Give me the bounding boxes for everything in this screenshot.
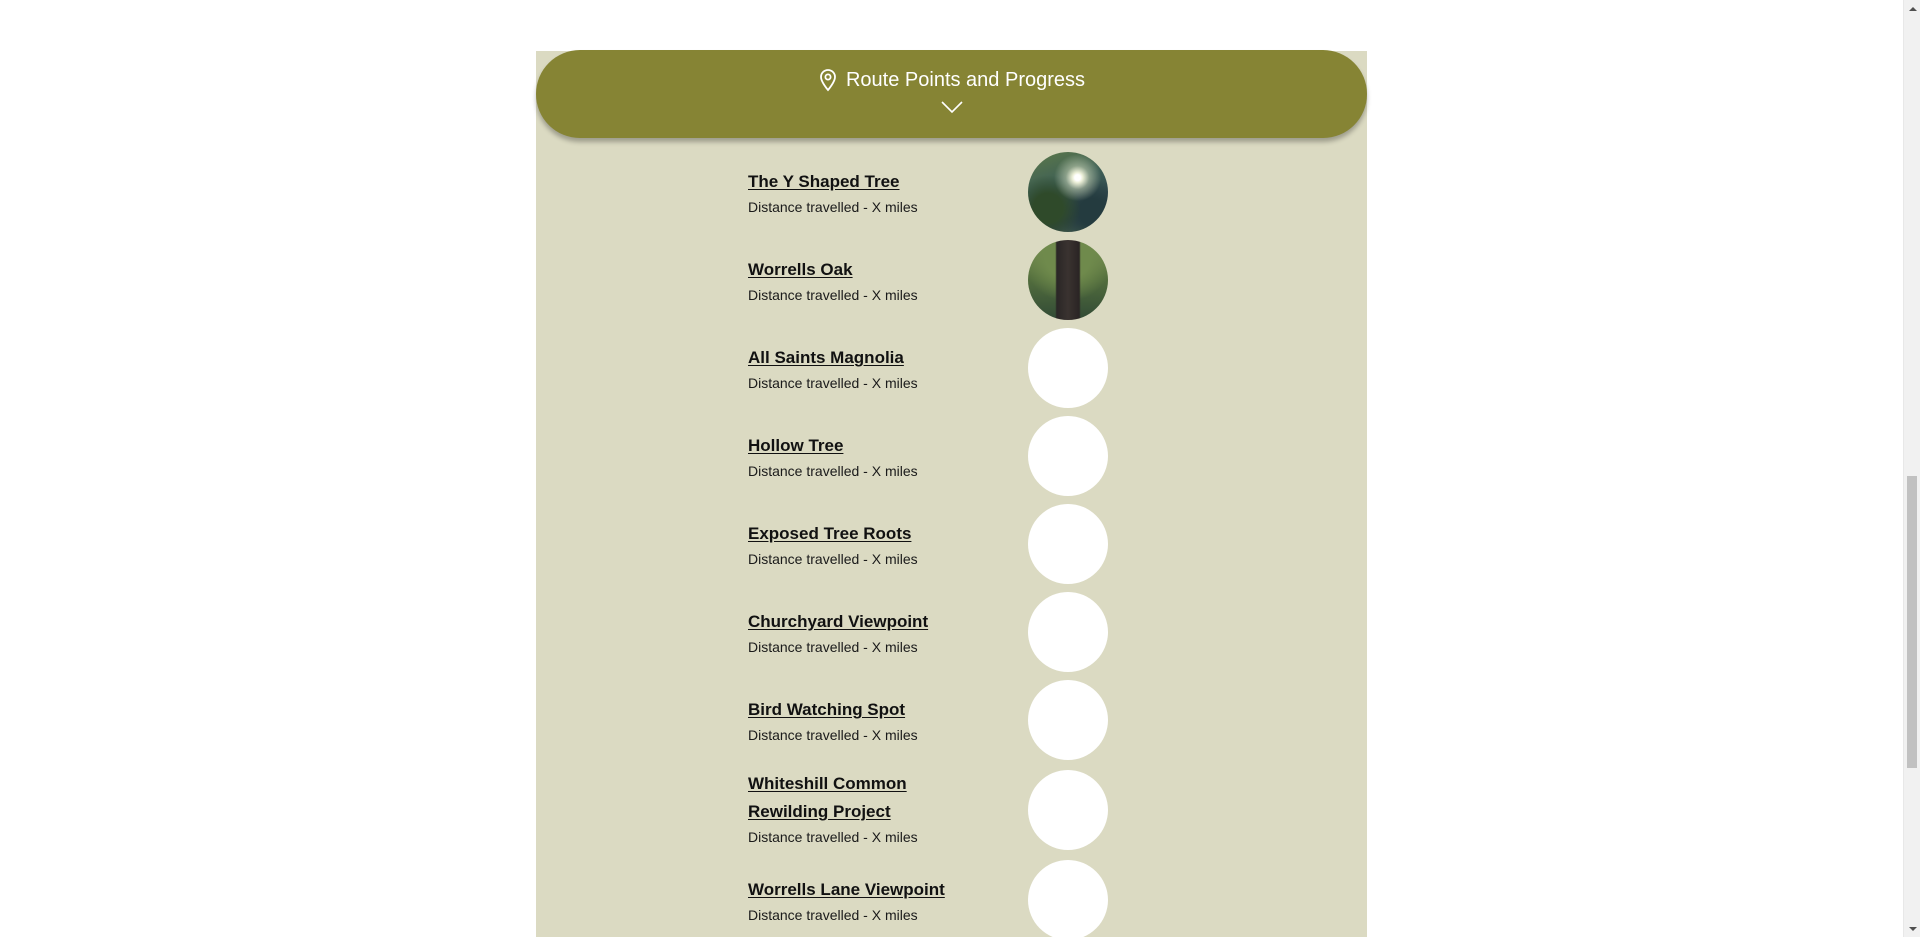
route-point-link[interactable]: Exposed Tree Roots [748,520,988,548]
route-point-distance: Distance travelled - X miles [748,639,918,655]
route-point-link[interactable]: All Saints Magnolia [748,344,988,372]
route-point-item: Churchyard Viewpoint Distance travelled … [748,592,1110,672]
route-point-distance: Distance travelled - X miles [748,829,918,845]
route-point-distance: Distance travelled - X miles [748,375,918,391]
vertical-scrollbar[interactable] [1903,0,1920,937]
route-point-link[interactable]: Worrells Oak [748,256,988,284]
route-point-distance: Distance travelled - X miles [748,727,918,743]
route-point-text: The Y Shaped Tree Distance travelled - X… [748,168,988,217]
route-point-text: Whiteshill Common Rewilding Project Dist… [748,770,948,847]
route-point-text: All Saints Magnolia Distance travelled -… [748,344,988,393]
route-points-header[interactable]: Route Points and Progress [536,50,1367,138]
route-point-item: Worrells Lane Viewpoint Distance travell… [748,860,1110,937]
route-point-thumbnail[interactable] [1028,770,1108,850]
route-point-item: Bird Watching Spot Distance travelled - … [748,680,1110,760]
scrollbar-thumb[interactable] [1907,476,1917,768]
route-point-item: Exposed Tree Roots Distance travelled - … [748,504,1110,584]
route-point-distance: Distance travelled - X miles [748,287,918,303]
header-title-row: Route Points and Progress [536,65,1367,95]
route-point-link[interactable]: Worrells Lane Viewpoint [748,876,988,904]
route-point-link[interactable]: Bird Watching Spot [748,696,988,724]
route-point-link[interactable]: Churchyard Viewpoint [748,608,988,636]
route-point-item: Worrells Oak Distance travelled - X mile… [748,240,1110,320]
route-point-thumbnail[interactable] [1028,416,1108,496]
chevron-down-icon[interactable] [940,100,964,114]
route-point-thumbnail[interactable] [1028,328,1108,408]
route-point-text: Hollow Tree Distance travelled - X miles [748,432,988,481]
route-point-thumbnail[interactable] [1028,680,1108,760]
route-point-distance: Distance travelled - X miles [748,551,918,567]
route-point-link[interactable]: The Y Shaped Tree [748,168,988,196]
route-point-thumbnail[interactable] [1028,152,1108,232]
route-point-item: All Saints Magnolia Distance travelled -… [748,328,1110,408]
route-point-thumbnail[interactable] [1028,860,1108,937]
route-point-item: Whiteshill Common Rewilding Project Dist… [748,770,1110,850]
scroll-up-arrow-icon[interactable] [1904,0,1920,17]
route-point-thumbnail[interactable] [1028,240,1108,320]
route-point-distance: Distance travelled - X miles [748,463,918,479]
route-point-item: Hollow Tree Distance travelled - X miles [748,416,1110,496]
route-point-link[interactable]: Hollow Tree [748,432,988,460]
route-point-text: Worrells Oak Distance travelled - X mile… [748,256,988,305]
route-point-item: The Y Shaped Tree Distance travelled - X… [748,152,1110,232]
route-point-text: Churchyard Viewpoint Distance travelled … [748,608,988,657]
header-title: Route Points and Progress [845,69,1086,91]
route-point-text: Bird Watching Spot Distance travelled - … [748,696,988,745]
route-point-link[interactable]: Whiteshill Common Rewilding Project [748,770,948,826]
route-point-thumbnail[interactable] [1028,592,1108,672]
route-point-distance: Distance travelled - X miles [748,199,918,215]
route-point-distance: Distance travelled - X miles [748,907,918,923]
route-point-thumbnail[interactable] [1028,504,1108,584]
page: Route Points and Progress The Y Shaped T… [0,0,1920,937]
route-point-text: Worrells Lane Viewpoint Distance travell… [748,876,988,925]
scroll-down-arrow-icon[interactable] [1904,920,1920,937]
route-point-text: Exposed Tree Roots Distance travelled - … [748,520,988,569]
map-pin-icon [820,69,836,92]
